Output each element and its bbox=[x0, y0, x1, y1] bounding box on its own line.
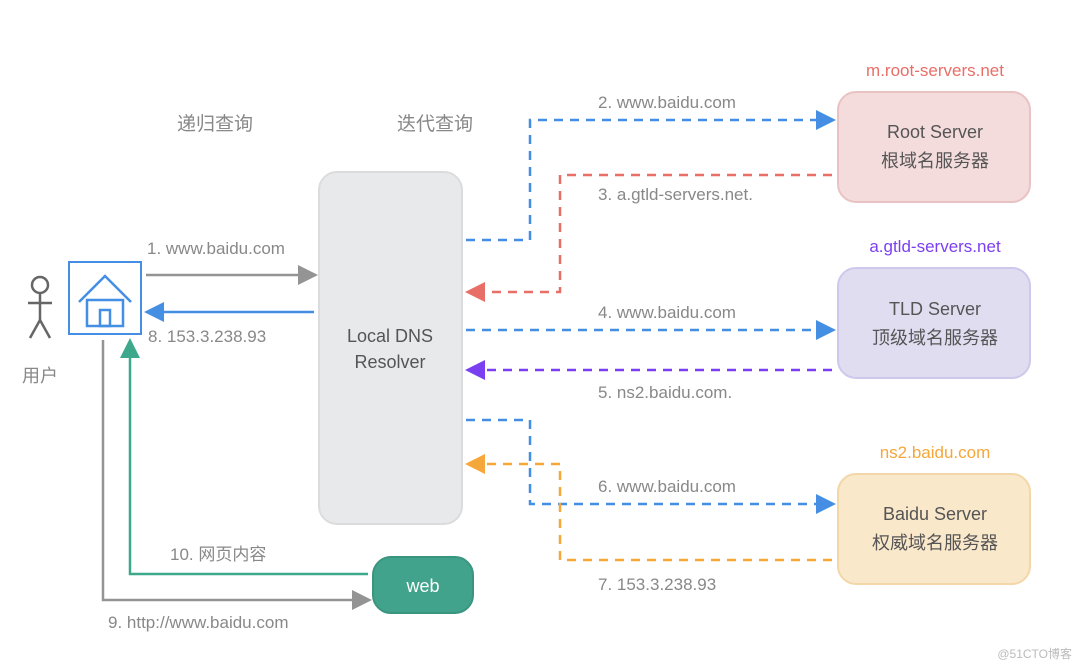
root-l2: 根域名服务器 bbox=[881, 151, 989, 171]
tld-l1: TLD Server bbox=[889, 299, 981, 319]
label-step1: 1. www.baidu.com bbox=[147, 239, 285, 258]
web-label: web bbox=[405, 576, 439, 596]
resolver-label-1: Local DNS bbox=[347, 326, 433, 346]
watermark: @51CTO博客 bbox=[997, 646, 1072, 661]
auth-domain: ns2.baidu.com bbox=[880, 443, 991, 462]
user-icon bbox=[28, 277, 52, 338]
tld-server-node bbox=[838, 268, 1030, 378]
root-domain: m.root-servers.net bbox=[866, 61, 1004, 80]
label-step2: 2. www.baidu.com bbox=[598, 93, 736, 112]
label-recursive: 递归查询 bbox=[177, 113, 253, 135]
auth-server-node bbox=[838, 474, 1030, 584]
root-server-node bbox=[838, 92, 1030, 202]
label-step7: 7. 153.3.238.93 bbox=[598, 575, 716, 594]
label-step5: 5. ns2.baidu.com. bbox=[598, 383, 732, 402]
label-step9: 9. http://www.baidu.com bbox=[108, 613, 288, 632]
arrow-step2 bbox=[466, 120, 832, 240]
auth-l2: 权威域名服务器 bbox=[872, 533, 998, 553]
root-l1: Root Server bbox=[887, 122, 983, 142]
resolver-node bbox=[319, 172, 462, 524]
label-step4: 4. www.baidu.com bbox=[598, 303, 736, 322]
auth-l1: Baidu Server bbox=[883, 504, 987, 524]
user-label: 用户 bbox=[22, 366, 58, 386]
resolver-label-2: Resolver bbox=[354, 352, 425, 372]
browser-node bbox=[69, 262, 141, 334]
label-step10: 10. 网页内容 bbox=[170, 545, 266, 564]
label-step8: 8. 153.3.238.93 bbox=[148, 327, 266, 346]
label-step3: 3. a.gtld-servers.net. bbox=[598, 185, 753, 204]
label-iterative: 迭代查询 bbox=[397, 113, 473, 135]
tld-domain: a.gtld-servers.net bbox=[869, 237, 1001, 256]
label-step6: 6. www.baidu.com bbox=[598, 477, 736, 496]
tld-l2: 顶级域名服务器 bbox=[872, 328, 998, 348]
